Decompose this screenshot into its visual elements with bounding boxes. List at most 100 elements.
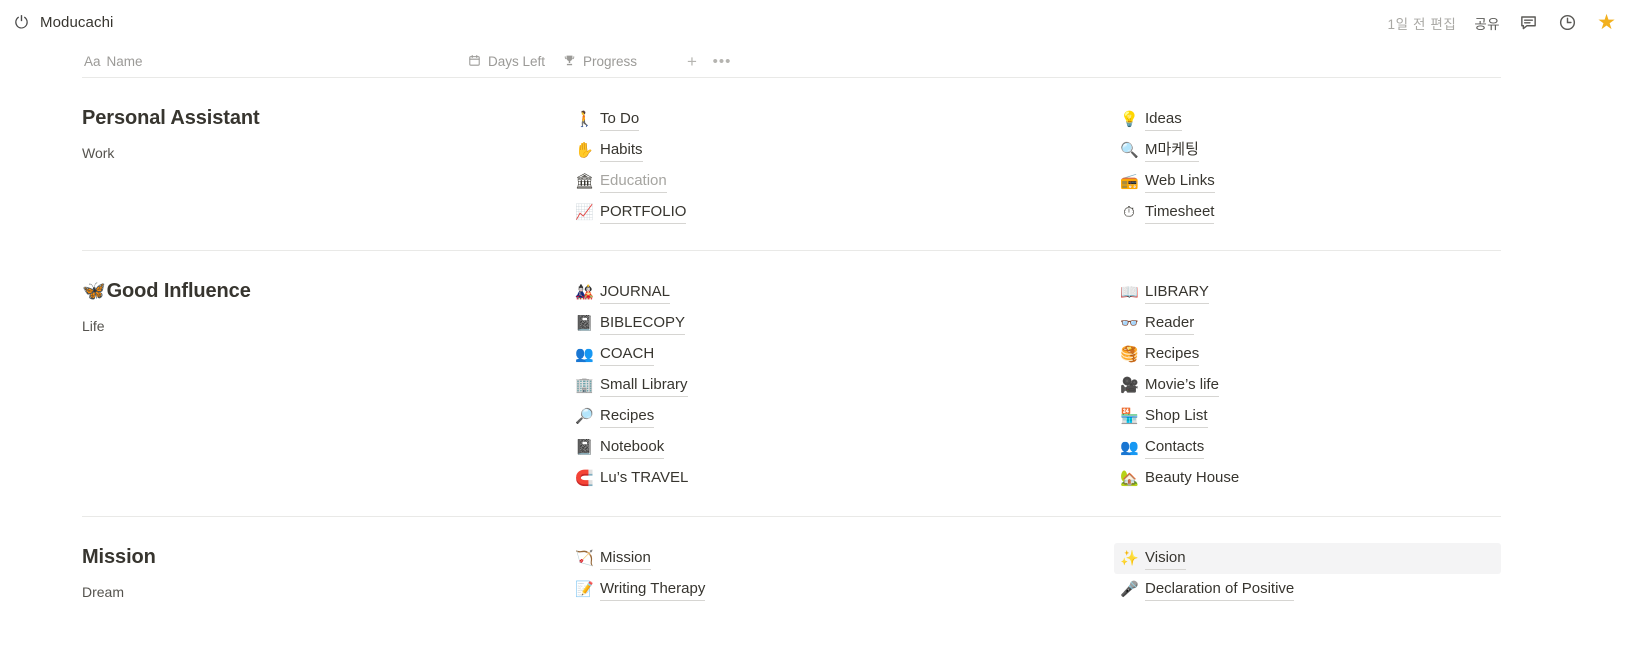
calendar-icon — [467, 54, 482, 69]
trophy-icon — [562, 54, 577, 69]
top-bar-actions: 1일 전 편집 공유 ★ — [1387, 12, 1617, 33]
bible-icon: 📓 — [575, 315, 594, 332]
list-item-label: Ideas — [1145, 108, 1182, 132]
hand-icon: ✋ — [575, 142, 594, 159]
table-row[interactable]: 🦋 Good Influence Life 🎎 JOURNAL 📓 BIBLEC… — [82, 251, 1501, 517]
list-item[interactable]: 🏪 Shop List — [1114, 401, 1501, 432]
list-item[interactable]: ✋ Habits — [569, 135, 1114, 166]
list-item[interactable]: 🚶 To Do — [569, 104, 1114, 135]
magnifier-tilted-icon: 🔎 — [575, 408, 594, 425]
house-garden-icon: 🏡 — [1120, 470, 1139, 487]
bow-and-arrow-icon: 🏹 — [575, 550, 594, 567]
list-item[interactable]: 👥 COACH — [569, 339, 1114, 370]
list-item-label: Small Library — [600, 374, 688, 398]
list-item[interactable]: 📖 LIBRARY — [1114, 277, 1501, 308]
list-item-label: Contacts — [1145, 436, 1205, 460]
row-title[interactable]: 🦋 Good Influence — [82, 279, 569, 304]
column-header-name[interactable]: Aa Name — [82, 45, 467, 77]
clock-icon[interactable] — [1557, 12, 1578, 33]
row-title-label: Good Influence — [106, 280, 251, 302]
list-item-label: To Do — [600, 108, 640, 132]
sparkles-icon: ✨ — [1120, 550, 1139, 567]
list-item-label: M마케팅 — [1145, 139, 1199, 163]
row-title[interactable]: Mission — [82, 545, 569, 570]
list-item[interactable]: 💡 Ideas — [1114, 104, 1501, 135]
list-item-label: LIBRARY — [1145, 281, 1209, 305]
row-links-middle: 🚶 To Do ✋ Habits 🏛 Education 📈 PORTFOLIO — [569, 102, 1114, 228]
list-item[interactable]: ✨ Vision — [1114, 543, 1501, 574]
list-item-label: Recipes — [1145, 343, 1200, 367]
column-header-days-left-label: Days Left — [488, 53, 546, 69]
list-item[interactable]: 🏹 Mission — [569, 543, 1114, 574]
column-header-days-left[interactable]: Days Left — [467, 45, 562, 77]
list-item[interactable]: 👥 Contacts — [1114, 432, 1501, 463]
row-title-cell[interactable]: Mission Dream — [82, 541, 569, 605]
list-item-label: Movie’s life — [1145, 374, 1219, 398]
list-item[interactable]: 📓 BIBLECOPY — [569, 308, 1114, 339]
star-icon[interactable]: ★ — [1596, 12, 1617, 33]
list-item-label: Vision — [1145, 547, 1186, 571]
list-item[interactable]: 📈 PORTFOLIO — [569, 197, 1114, 228]
row-title[interactable]: Personal Assistant — [82, 106, 569, 131]
list-item-label: Mission — [600, 547, 651, 571]
comment-icon[interactable] — [1518, 12, 1539, 33]
table-row[interactable]: Personal Assistant Work 🚶 To Do ✋ Habits… — [82, 78, 1501, 251]
list-item[interactable]: 🎎 JOURNAL — [569, 277, 1114, 308]
list-item[interactable]: 📻 Web Links — [1114, 166, 1501, 197]
open-book-icon: 📖 — [1120, 284, 1139, 301]
list-item[interactable]: ⏱ Timesheet — [1114, 197, 1501, 228]
list-item[interactable]: 👓 Reader — [1114, 308, 1501, 339]
list-item[interactable]: 🏛 Education — [569, 166, 1114, 197]
row-links-right: ✨ Vision 🎤 Declaration of Positive — [1114, 541, 1501, 605]
top-bar: ⏻ Moducachi 1일 전 편집 공유 ★ — [0, 0, 1631, 45]
two-people-icon: 👥 — [1120, 439, 1139, 456]
list-item[interactable]: 📓 Notebook — [569, 432, 1114, 463]
movie-camera-icon: 🎥 — [1120, 377, 1139, 394]
row-subtitle: Life — [82, 318, 105, 334]
people-group-icon: 👥 — [575, 346, 594, 363]
row-title-label: Personal Assistant — [82, 107, 260, 129]
butterfly-icon: 🦋 — [82, 281, 106, 302]
list-item[interactable]: 🏢 Small Library — [569, 370, 1114, 401]
share-button[interactable]: 공유 — [1474, 13, 1500, 33]
list-item[interactable]: 🏡 Beauty House — [1114, 463, 1501, 494]
memo-icon: 📝 — [575, 581, 594, 598]
power-icon: ⏻ — [14, 13, 29, 32]
list-item-label: Web Links — [1145, 170, 1215, 194]
row-title-cell[interactable]: 🦋 Good Influence Life — [82, 275, 569, 494]
magnifier-icon: 🔍 — [1120, 142, 1139, 159]
walking-icon: 🚶 — [575, 111, 594, 128]
list-item[interactable]: 🔎 Recipes — [569, 401, 1114, 432]
row-title-cell[interactable]: Personal Assistant Work — [82, 102, 569, 228]
list-item-label: Shop List — [1145, 405, 1208, 429]
add-column-button[interactable]: + — [680, 49, 704, 73]
stopwatch-icon: ⏱ — [1123, 204, 1135, 221]
table-row[interactable]: Mission Dream 🏹 Mission 📝 Writing Therap… — [82, 517, 1501, 627]
list-item-label: Declaration of Positive — [1145, 578, 1295, 602]
page-title[interactable]: Moducachi — [40, 14, 113, 31]
list-item[interactable]: 📝 Writing Therapy — [569, 574, 1114, 605]
column-options-button[interactable]: ••• — [710, 49, 734, 73]
list-item-label: Beauty House — [1145, 469, 1240, 487]
row-links-right: 💡 Ideas 🔍 M마케팅 📻 Web Links ⏱ Timesheet — [1114, 102, 1501, 228]
list-item[interactable]: 🎤 Declaration of Positive — [1114, 574, 1501, 605]
chart-increasing-icon: 📈 — [575, 204, 594, 221]
microphone-icon: 🎤 — [1120, 581, 1139, 598]
building-icon: 🏢 — [575, 377, 594, 394]
journal-icon: 🎎 — [575, 284, 594, 301]
list-item-label: Notebook — [600, 436, 665, 460]
aa-icon: Aa — [84, 53, 101, 69]
lightbulb-icon: 💡 — [1120, 111, 1139, 128]
list-item-label: Recipes — [600, 405, 655, 429]
list-item[interactable]: 🥞 Recipes — [1114, 339, 1501, 370]
row-links-middle: 🎎 JOURNAL 📓 BIBLECOPY 👥 COACH 🏢 Small Li… — [569, 275, 1114, 494]
column-header-progress[interactable]: Progress — [562, 45, 680, 77]
list-item[interactable]: 🔍 M마케팅 — [1114, 135, 1501, 166]
list-item[interactable]: 🎥 Movie’s life — [1114, 370, 1501, 401]
list-item-label: JOURNAL — [600, 281, 671, 305]
list-item-label: COACH — [600, 343, 655, 367]
list-item[interactable]: 🧲 Lu’s TRAVEL — [569, 463, 1114, 494]
row-links-right: 📖 LIBRARY 👓 Reader 🥞 Recipes 🎥 Movie’s l… — [1114, 275, 1501, 494]
breadcrumb[interactable]: ⏻ Moducachi — [12, 13, 114, 32]
list-item-label: Habits — [600, 139, 643, 163]
